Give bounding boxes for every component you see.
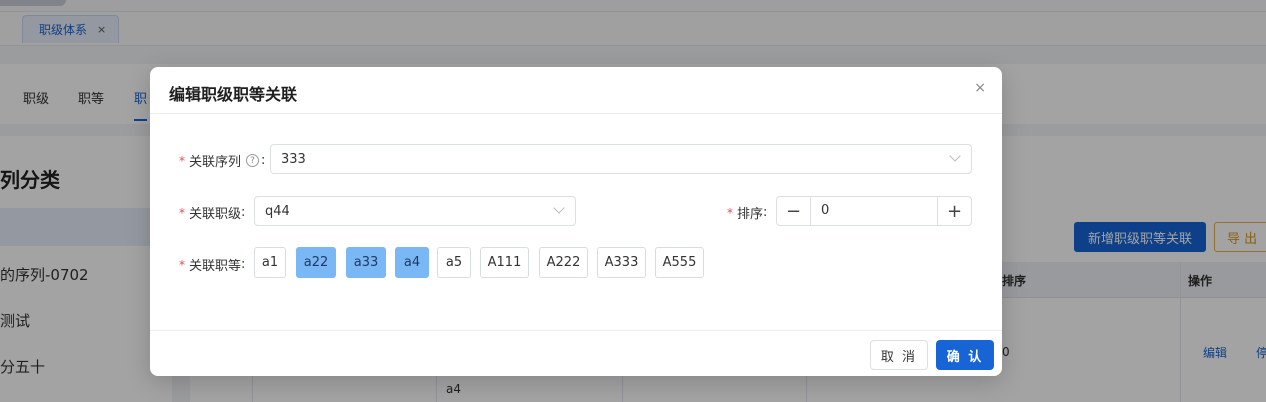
grade-chip[interactable]: a5: [437, 247, 471, 278]
colon: :: [261, 153, 266, 168]
edit-relation-dialog: 编辑职级职等关联 × * 关联序列 ? : 333 * 关联职级 : q44 *…: [150, 67, 1002, 376]
confirm-button[interactable]: 确 认: [936, 340, 994, 370]
increment-button[interactable]: +: [937, 197, 971, 225]
close-icon[interactable]: ×: [974, 80, 986, 96]
grade-chip[interactable]: A333: [597, 247, 646, 278]
order-label: * 排序 :: [727, 203, 767, 222]
chevron-down-icon: [553, 202, 565, 214]
sequence-value: 333: [281, 151, 306, 167]
sequence-label-text: 关联序列: [189, 155, 242, 170]
order-stepper: − 0 +: [776, 196, 972, 226]
sequence-label: * 关联序列 ? :: [179, 151, 265, 170]
rank-value: q44: [265, 203, 290, 219]
decrement-button[interactable]: −: [777, 197, 811, 225]
grade-chip-selected[interactable]: a33: [346, 247, 386, 278]
colon: :: [241, 257, 246, 272]
grade-chip-selected[interactable]: a4: [395, 247, 429, 278]
grades-label: * 关联职等 :: [179, 255, 245, 274]
help-icon[interactable]: ?: [246, 154, 260, 167]
required-mark: *: [179, 205, 185, 220]
rank-label-text: 关联职级: [189, 207, 242, 222]
order-label-text: 排序: [737, 207, 764, 222]
grades-label-text: 关联职等: [189, 259, 242, 274]
chevron-down-icon: [949, 150, 961, 162]
grade-chip[interactable]: A222: [539, 247, 588, 278]
grade-chip[interactable]: a1: [254, 247, 286, 278]
required-mark: *: [179, 257, 185, 272]
rank-select[interactable]: q44: [254, 196, 576, 226]
rank-label: * 关联职级 :: [179, 203, 245, 222]
grade-chip-selected[interactable]: a22: [296, 247, 336, 278]
dialog-header: 编辑职级职等关联 ×: [150, 67, 1002, 114]
cancel-button[interactable]: 取 消: [870, 340, 928, 370]
dialog-footer: 取 消 确 认: [150, 330, 1002, 376]
colon: :: [763, 205, 768, 220]
colon: :: [241, 205, 246, 220]
grade-chip[interactable]: A555: [655, 247, 704, 278]
sequence-select[interactable]: 333: [270, 144, 972, 174]
grade-chip[interactable]: A111: [480, 247, 529, 278]
required-mark: *: [179, 153, 185, 168]
required-mark: *: [727, 205, 733, 220]
dialog-title: 编辑职级职等关联: [169, 85, 298, 104]
order-input[interactable]: 0: [821, 203, 829, 218]
